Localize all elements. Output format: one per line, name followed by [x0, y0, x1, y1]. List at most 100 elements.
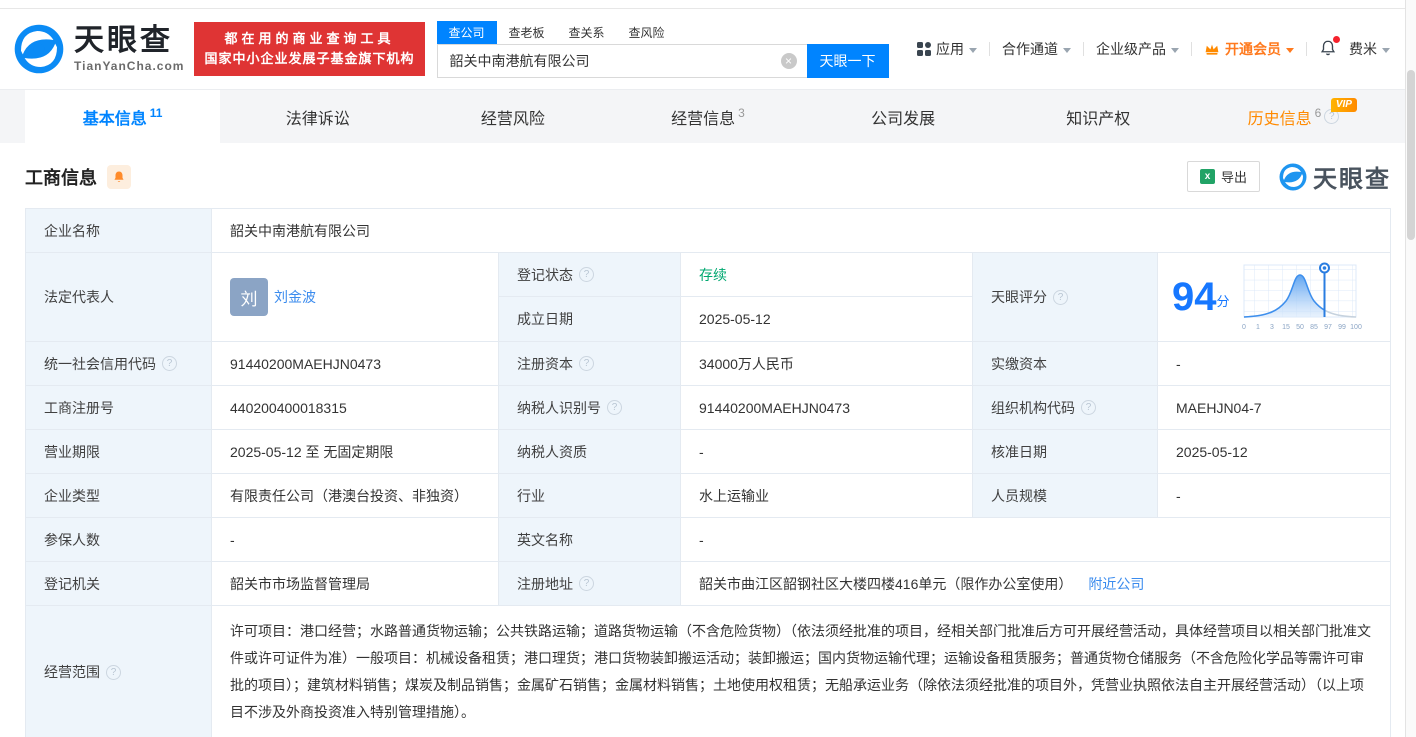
nav-channel-label: 合作通道 — [1002, 41, 1058, 57]
tab-basic-info[interactable]: 基本信息 11 — [25, 90, 221, 143]
tianyancha-logo-icon — [14, 24, 64, 74]
business-term-value: 2025-05-12 至 无固定期限 — [212, 430, 499, 474]
search-tab-company[interactable]: 查公司 — [436, 20, 497, 44]
site-logo[interactable]: 天眼查 TianYanCha.com — [12, 22, 184, 76]
svg-text:97: 97 — [1324, 324, 1332, 331]
staff-size-value: - — [1158, 474, 1391, 518]
company-name-label: 企业名称 — [26, 209, 212, 253]
nearby-companies-link[interactable]: 附近公司 — [1088, 574, 1144, 594]
chevron-down-icon — [969, 47, 977, 53]
tab-label: 经营风险 — [480, 110, 545, 128]
tab-label: 经营信息 — [671, 110, 736, 128]
export-button[interactable]: 导出 — [1186, 161, 1260, 192]
svg-text:0: 0 — [1242, 324, 1246, 331]
legal-rep-cell: 刘 刘金波 — [212, 253, 499, 342]
label-text: 组织机构代码 — [991, 399, 1075, 416]
svg-text:50: 50 — [1296, 324, 1304, 331]
business-term-label: 营业期限 — [26, 430, 212, 474]
clear-search-icon[interactable] — [780, 52, 797, 69]
section-title: 工商信息 — [25, 167, 97, 188]
search-input[interactable] — [436, 43, 807, 78]
chevron-down-icon — [1382, 47, 1390, 53]
reg-authority-value: 韶关市市场监督管理局 — [212, 562, 499, 606]
chevron-down-icon — [1063, 47, 1071, 53]
tab-history-info[interactable]: VIP 历史信息 6 — [1196, 90, 1391, 143]
tab-label: 知识产权 — [1066, 110, 1131, 128]
search-module: 查公司 查老板 查关系 查风险 天眼一下 — [436, 20, 889, 78]
industry-value: 水上运输业 — [681, 474, 973, 518]
vertical-scrollbar[interactable] — [1405, 0, 1416, 737]
help-icon[interactable] — [1053, 289, 1068, 305]
help-icon[interactable] — [1081, 400, 1096, 415]
help-icon[interactable] — [607, 400, 622, 415]
logo-domain: TianYanCha.com — [74, 59, 185, 73]
nav-user[interactable]: 费米 — [1349, 39, 1390, 59]
company-name-value: 韶关中南港航有限公司 — [212, 209, 1391, 253]
address-label: 注册地址 — [499, 562, 681, 606]
monitor-bell-button[interactable] — [107, 164, 131, 189]
label-text: 经营范围 — [44, 664, 100, 680]
tab-business-info[interactable]: 经营信息 3 — [610, 90, 805, 143]
help-icon[interactable] — [162, 356, 177, 371]
tab-count: 6 — [1314, 105, 1322, 120]
tab-operating-risk[interactable]: 经营风险 — [415, 90, 610, 143]
company-type-value: 有限责任公司（港澳台投资、非独资） — [212, 474, 499, 518]
nav-divider — [1191, 42, 1192, 56]
page-top-divider — [0, 0, 1416, 9]
taxpayer-quality-value: - — [681, 430, 973, 474]
label-text: 纳税人识别号 — [517, 399, 601, 416]
table-row: 统一社会信用代码 91440200MAEHJN0473 注册资本 34000万人… — [26, 342, 1391, 386]
excel-icon — [1199, 169, 1215, 184]
nav-apps[interactable]: 应用 — [917, 39, 977, 59]
taxpayer-id-label: 纳税人识别号 — [499, 386, 681, 430]
help-icon[interactable] — [579, 576, 594, 591]
insured-value: - — [212, 518, 499, 562]
tianyancha-logo-icon — [1279, 163, 1307, 190]
nav-vip[interactable]: 开通会员 — [1204, 39, 1294, 59]
bell-icon — [114, 170, 124, 182]
approval-date-value: 2025-05-12 — [1158, 430, 1391, 474]
help-icon[interactable] — [579, 267, 594, 282]
table-row: 登记机关 韶关市市场监督管理局 注册地址 韶关市曲江区韶钢社区大楼四楼416单元… — [26, 562, 1391, 606]
chevron-down-icon — [1286, 47, 1294, 53]
search-button[interactable]: 天眼一下 — [806, 43, 889, 78]
svg-text:3: 3 — [1270, 324, 1274, 331]
scrollbar-thumb[interactable] — [1407, 70, 1415, 240]
tab-company-development[interactable]: 公司发展 — [806, 90, 1001, 143]
nav-channel[interactable]: 合作通道 — [1002, 39, 1071, 59]
paid-capital-value: - — [1158, 342, 1391, 386]
table-row: 法定代表人 刘 刘金波 登记状态 存续 天眼评分 94 分 — [26, 253, 1391, 342]
legal-rep-link[interactable]: 刘金波 — [274, 287, 316, 307]
svg-text:15: 15 — [1282, 324, 1290, 331]
staff-size-label: 人员规模 — [973, 474, 1158, 518]
table-row: 参保人数 - 英文名称 - — [26, 518, 1391, 562]
paid-capital-label: 实缴资本 — [973, 342, 1158, 386]
nav-products[interactable]: 企业级产品 — [1096, 39, 1179, 59]
notification-bell[interactable] — [1319, 35, 1340, 60]
search-tab-boss[interactable]: 查老板 — [497, 21, 557, 44]
establish-date-label: 成立日期 — [499, 297, 681, 342]
avatar[interactable]: 刘 — [230, 278, 268, 316]
nav-products-label: 企业级产品 — [1096, 41, 1166, 57]
tab-label: 法律诉讼 — [285, 110, 350, 128]
nav-user-label: 费米 — [1349, 41, 1377, 57]
score-value: 94 — [1172, 275, 1217, 319]
org-code-value: MAEHJN04-7 — [1158, 386, 1391, 430]
nav-divider — [989, 42, 990, 56]
score-distribution-chart: 0 1 3 15 50 85 97 99 100 — [1242, 262, 1361, 331]
help-icon[interactable] — [579, 356, 594, 371]
address-value: 韶关市曲江区韶钢社区大楼四楼416单元（限作办公室使用） 附近公司 — [681, 562, 1391, 606]
reg-number-label: 工商注册号 — [26, 386, 212, 430]
notification-dot — [1333, 35, 1340, 43]
top-nav: 应用 合作通道 企业级产品 开通会员 费米 — [917, 35, 1404, 60]
search-tab-risk[interactable]: 查风险 — [617, 21, 677, 44]
approval-date-label: 核准日期 — [973, 430, 1158, 474]
label-text: 登记状态 — [517, 266, 573, 283]
reg-authority-label: 登记机关 — [26, 562, 212, 606]
search-tab-relation[interactable]: 查关系 — [557, 21, 617, 44]
tab-intellectual-property[interactable]: 知识产权 — [1001, 90, 1196, 143]
label-text: 天眼评分 — [991, 289, 1047, 305]
tab-legal-proceedings[interactable]: 法律诉讼 — [220, 90, 415, 143]
apps-grid-icon — [917, 42, 931, 56]
help-icon[interactable] — [106, 664, 121, 680]
